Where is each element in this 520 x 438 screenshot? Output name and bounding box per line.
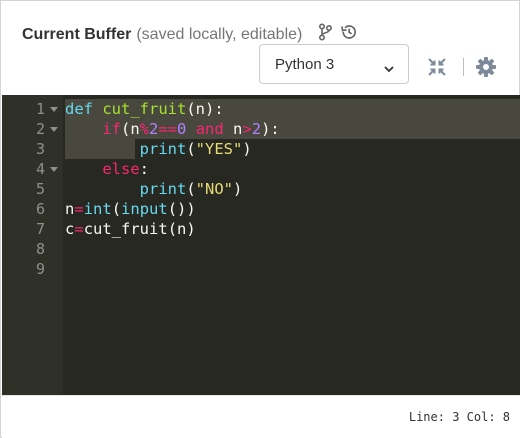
line-number-label: 4: [35, 160, 45, 178]
code-token: c: [65, 220, 75, 238]
code-token: int: [83, 200, 112, 218]
code-token: print: [139, 140, 187, 158]
line-number-label: 6: [35, 200, 45, 218]
buffer-subtitle: (saved locally, editable): [136, 25, 303, 43]
code-token: %: [139, 120, 150, 138]
code-token: (: [111, 200, 122, 218]
code-token: :: [139, 160, 149, 178]
code-token: and: [195, 120, 224, 138]
line-number-label: 9: [35, 260, 45, 278]
fold-arrow-icon[interactable]: [50, 107, 58, 112]
chevron-down-icon: [384, 60, 394, 77]
line-number-gutter: 1 2 3 4 5 6 7 8 9: [2, 95, 63, 395]
code-token: (: [186, 180, 196, 198]
code-line: def cut_fruit(n):: [65, 99, 224, 119]
code-token: else: [102, 160, 140, 178]
code-token: (n):: [186, 100, 224, 118]
code-token: input: [121, 200, 168, 218]
line-number: 6: [2, 199, 63, 219]
language-select[interactable]: Python 3: [259, 44, 409, 84]
line-number: 1: [2, 99, 63, 119]
collapse-icon[interactable]: [427, 57, 447, 82]
code-token: ):: [261, 120, 280, 138]
history-icon[interactable]: [340, 23, 358, 46]
code-editor[interactable]: 123456789 def cut_fruit(n): if(n%2==0 an…: [2, 95, 520, 395]
title-row: Current Buffer (saved locally, editable): [22, 23, 358, 46]
line-number: 7: [2, 219, 63, 239]
code-line: else:: [65, 159, 149, 179]
language-select-value: Python 3: [275, 55, 335, 73]
code-token: if: [102, 120, 121, 138]
status-bar: Line: 3 Col: 8: [2, 395, 520, 438]
code-token: ()): [167, 200, 196, 218]
code-line: print("NO"): [65, 179, 243, 199]
code-token: =: [74, 220, 84, 238]
code-token: cut_fruit: [102, 100, 187, 118]
code-token: ): [242, 140, 252, 158]
code-token: "NO": [195, 180, 233, 198]
code-token: "YES": [195, 140, 243, 158]
editor-header: Current Buffer (saved locally, editable): [1, 1, 519, 95]
fold-arrow-icon[interactable]: [50, 127, 58, 132]
fold-arrow-icon[interactable]: [50, 167, 58, 172]
code-token: (: [186, 140, 196, 158]
code-token: (n): [167, 220, 196, 238]
line-number-label: 5: [35, 180, 45, 198]
line-number-label: 3: [35, 140, 45, 158]
toolbar-divider: [463, 58, 464, 76]
code-token: print: [139, 180, 187, 198]
code-token: 2: [149, 120, 159, 138]
code-token: 0: [177, 120, 187, 138]
code-token: =: [74, 200, 84, 218]
code-line: if(n%2==0 and n>2):: [65, 119, 280, 139]
line-number-label: 8: [35, 240, 45, 258]
code-token: 2: [251, 120, 262, 138]
code-token: cut_fruit: [83, 220, 168, 238]
code-line: n=int(input()): [65, 199, 196, 219]
code-token: def: [65, 100, 93, 118]
gear-icon[interactable]: [475, 56, 497, 83]
code-token: ): [233, 180, 243, 198]
code-editor-panel: Current Buffer (saved locally, editable): [0, 0, 520, 438]
line-number: 4: [2, 159, 63, 179]
line-number: 5: [2, 179, 63, 199]
line-number: 8: [2, 239, 63, 259]
buffer-title: Current Buffer: [22, 25, 132, 43]
branch-icon[interactable]: [318, 23, 333, 46]
code-line: c=cut_fruit(n): [65, 219, 196, 239]
code-line: print("YES"): [65, 139, 252, 159]
code-token: n: [65, 200, 75, 218]
code-token: (n: [121, 120, 140, 138]
line-number-label: 7: [35, 220, 45, 238]
code-token: n: [223, 120, 243, 138]
line-number: 9: [2, 259, 63, 279]
line-number: 2: [2, 119, 63, 139]
cursor-position: Line: 3 Col: 8: [408, 410, 510, 424]
line-number-label: 1: [35, 100, 45, 118]
line-number: 3: [2, 139, 63, 159]
line-number-label: 2: [35, 120, 45, 138]
code-token: ==: [158, 120, 178, 138]
code-token: >: [242, 120, 252, 138]
